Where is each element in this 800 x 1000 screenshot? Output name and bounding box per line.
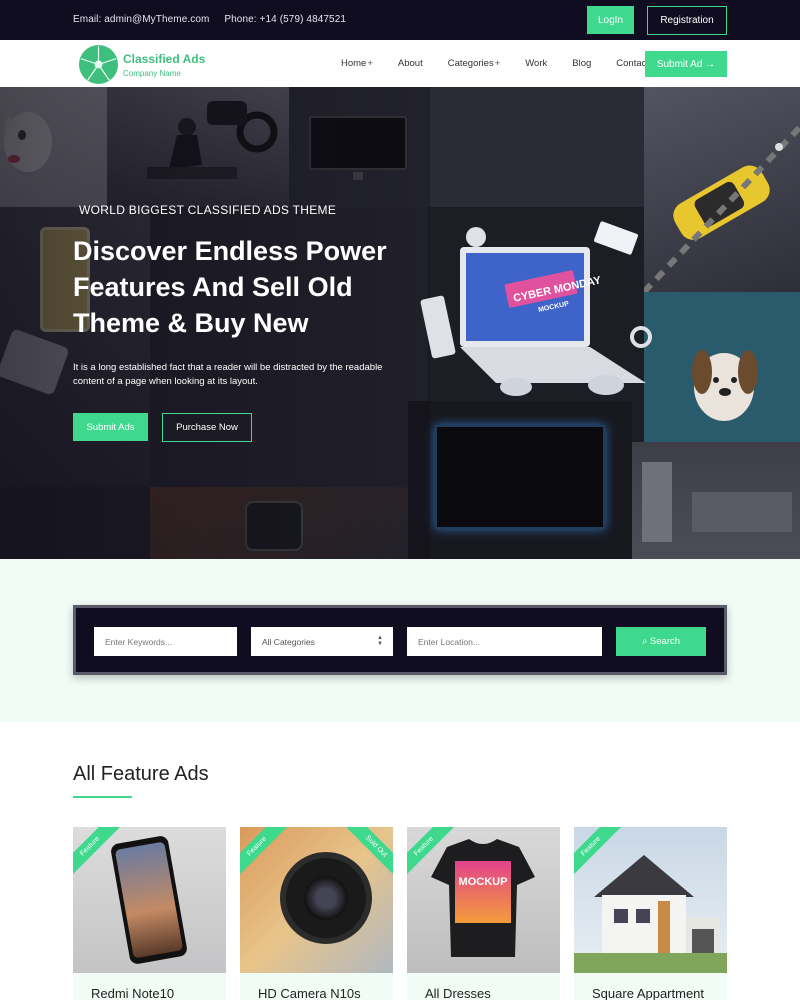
hero-title: Discover Endless Power Features And Sell…: [73, 236, 387, 338]
ad-title[interactable]: Redmi Note10: [91, 986, 174, 1000]
nav-links: Home+ About Categories+ Work Blog Contac…: [341, 58, 674, 69]
nav-label: Home: [341, 58, 367, 69]
search-bar: All Categories ▲▼ ⌕ Search: [73, 605, 727, 675]
ad-image-house[interactable]: Feature: [574, 827, 727, 973]
ad-card[interactable]: MOCKUP Feature All Dresses: [407, 827, 560, 1000]
tshirt-print-text: MOCKUP: [459, 876, 508, 888]
hero-description: It is a long established fact that a rea…: [73, 362, 383, 387]
featured-ads-section: All Feature Ads Feature Redmi Note10 Fea…: [0, 722, 800, 1000]
hero-kicker: WORLD BIGGEST CLASSIFIED ADS THEME: [79, 203, 337, 217]
ad-image-tshirt[interactable]: MOCKUP Feature: [407, 827, 560, 973]
section-underline: [73, 796, 132, 798]
feature-badge: Feature: [240, 827, 288, 877]
ad-card[interactable]: Feature Sold Out HD Camera N10s: [240, 827, 393, 1000]
ad-title[interactable]: Square Appartment: [592, 986, 704, 1000]
nav-item-blog[interactable]: Blog: [572, 58, 591, 69]
logo-icon[interactable]: [78, 44, 119, 85]
login-button[interactable]: LogIn: [587, 6, 634, 34]
location-input[interactable]: [407, 627, 602, 656]
brand-name[interactable]: Classified Ads: [123, 52, 205, 66]
ad-image-camera[interactable]: Feature Sold Out: [240, 827, 393, 973]
main-navbar: Classified Ads Company Name Home+ About …: [0, 40, 800, 87]
select-arrows-icon: ▲ ▼: [377, 635, 383, 647]
ad-card[interactable]: Feature Square Appartment: [574, 827, 727, 1000]
plus-icon: +: [494, 58, 501, 69]
contact-phone[interactable]: Phone: +14 (579) 4847521: [224, 14, 346, 25]
category-selected: All Categories: [262, 636, 315, 647]
search-section: All Categories ▲▼ ⌕ Search: [0, 559, 800, 722]
dog-photo: [644, 292, 800, 442]
ad-title[interactable]: All Dresses: [425, 986, 491, 1000]
contact-info: Email: admin@MyTheme.com Phone: +14 (579…: [73, 14, 346, 25]
nav-item-work[interactable]: Work: [525, 58, 547, 69]
nav-item-categories[interactable]: Categories+: [448, 58, 501, 69]
hero-purchase-button[interactable]: Purchase Now: [162, 413, 252, 442]
toy-car-photo: [641, 87, 800, 295]
nav-label: Blog: [572, 58, 592, 69]
contact-email[interactable]: Email: admin@MyTheme.com: [73, 14, 209, 25]
laptop-illustration: CYBER MONDAY MOCKUP: [420, 221, 652, 396]
submit-ad-button[interactable]: Submit Ad →: [645, 51, 727, 77]
ad-card[interactable]: Feature Redmi Note10: [73, 827, 226, 1000]
keywords-input[interactable]: [94, 627, 237, 656]
nav-label: Work: [525, 58, 548, 69]
nav-item-home[interactable]: Home+: [341, 58, 373, 69]
nav-item-about[interactable]: About: [398, 58, 423, 69]
plus-icon: +: [367, 58, 373, 69]
hero-banner: CYBER MONDAY MOCKUP WORLD BIGGEST CLASSI…: [0, 87, 800, 559]
search-button[interactable]: ⌕ Search: [616, 627, 706, 656]
nav-label: Categories: [447, 58, 494, 69]
section-title: All Feature Ads: [73, 763, 209, 785]
hero-submit-ads-button[interactable]: Submit Ads: [73, 413, 148, 441]
registration-button[interactable]: Registration: [647, 6, 727, 35]
kitchen-photo: [632, 442, 800, 559]
category-select[interactable]: All Categories ▲ ▼: [251, 627, 393, 656]
top-bar: Email: admin@MyTheme.com Phone: +14 (579…: [0, 0, 800, 40]
dark-tile: [428, 87, 644, 207]
nav-label: About: [397, 58, 423, 69]
ad-title[interactable]: HD Camera N10s: [258, 986, 361, 1000]
ad-image-phone[interactable]: Feature: [73, 827, 226, 973]
brand-tagline: Company Name: [123, 69, 181, 78]
